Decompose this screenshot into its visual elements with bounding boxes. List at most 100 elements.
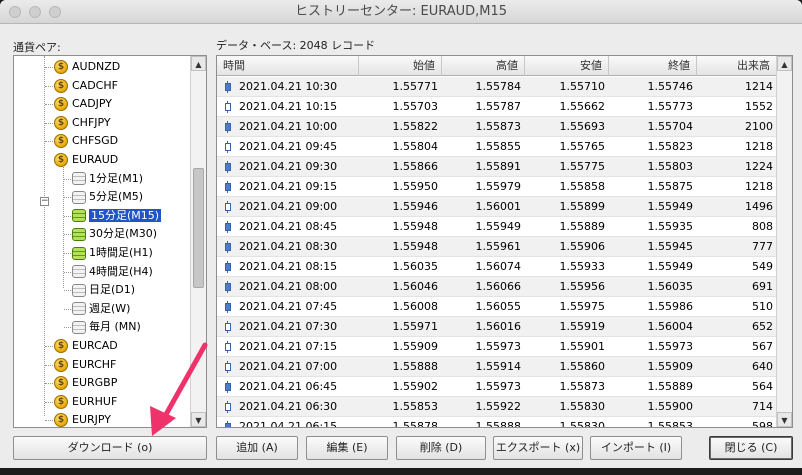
table-row[interactable]: 2021.04.21 09:00 1.55946 1.56001 1.55899 1.5…: [217, 197, 777, 217]
tree-item-label: EURAUD: [72, 153, 119, 166]
currency-coin-icon: $: [54, 60, 68, 74]
table-row[interactable]: 2021.04.21 08:00 1.56046 1.56066 1.55956 1.5…: [217, 277, 777, 297]
table-row[interactable]: 2021.04.21 09:30 1.55866 1.55891 1.55775 1.5…: [217, 157, 777, 177]
table-row[interactable]: 2021.04.21 07:15 1.55909 1.55973 1.55901 1.5…: [217, 337, 777, 357]
table-row[interactable]: 2021.04.21 07:45 1.56008 1.56055 1.55975 1.5…: [217, 297, 777, 317]
table-row[interactable]: 2021.04.21 07:00 1.55888 1.55914 1.55860 1.5…: [217, 357, 777, 377]
table-cell: 2021.04.21 07:00: [239, 360, 338, 373]
tree-item-timeframe[interactable]: 1時間足(H1): [72, 244, 153, 262]
symbol-tree[interactable]: − ▲ ▼ $ AUDNZD $ CADCHF $ CADJPY $ CHFJPY $ CHFSG…: [13, 55, 207, 428]
table-row[interactable]: 2021.04.21 06:45 1.55902 1.55973 1.55873 1.5…: [217, 377, 777, 397]
tree-item-symbol[interactable]: $ CHFSGD: [54, 132, 118, 150]
import-button[interactable]: インポート (I): [590, 436, 682, 460]
tree-item-timeframe[interactable]: 週足(W): [72, 300, 130, 318]
table-cell: 777: [752, 240, 773, 253]
table-row[interactable]: 2021.04.21 10:15 1.55703 1.55787 1.55662 1.5…: [217, 97, 777, 117]
candlestick-icon: [225, 401, 231, 413]
table-cell: 1.55961: [475, 240, 522, 253]
tree-item-symbol[interactable]: $ EURHUF: [54, 393, 117, 411]
table-cell: 1.55973: [475, 380, 522, 393]
table-scrollbar[interactable]: ▲ ▼: [776, 56, 792, 427]
scroll-down-icon[interactable]: ▼: [191, 412, 206, 427]
table-cell: 2021.04.21 08:15: [239, 260, 338, 273]
table-row[interactable]: 2021.04.21 10:00 1.55822 1.55873 1.55693 1.5…: [217, 117, 777, 137]
candlestick-icon: [225, 181, 231, 193]
currency-coin-icon: $: [54, 394, 68, 409]
table-cell: 1.55899: [559, 200, 606, 213]
collapse-toggle-icon[interactable]: −: [40, 197, 49, 206]
column-header[interactable]: 高値: [442, 56, 525, 76]
add-button[interactable]: 追加 (A): [216, 436, 298, 460]
table-row[interactable]: 2021.04.21 08:30 1.55948 1.55961 1.55906 1.5…: [217, 237, 777, 257]
table-cell: 1.55935: [647, 220, 694, 233]
tree-item-timeframe[interactable]: 30分足(M30): [72, 225, 157, 243]
table-row[interactable]: 2021.04.21 10:30 1.55771 1.55784 1.55710 1.5…: [217, 77, 777, 97]
candlestick-icon: [225, 161, 231, 173]
tree-item-symbol[interactable]: $ EURGBP: [54, 374, 117, 392]
column-header[interactable]: 始値: [359, 56, 442, 76]
delete-button[interactable]: 削除 (D): [396, 436, 486, 460]
database-icon: [72, 209, 86, 223]
tree-item-label: 4時間足(H4): [89, 264, 153, 278]
scroll-down-icon[interactable]: ▼: [777, 412, 792, 427]
table-cell: 1.55914: [475, 360, 522, 373]
close-window-icon[interactable]: [9, 6, 21, 18]
tree-item-symbol[interactable]: $ EURCHF: [54, 356, 116, 374]
table-cell: 1.55902: [392, 380, 439, 393]
scroll-up-icon[interactable]: ▲: [777, 56, 792, 71]
table-row[interactable]: 2021.04.21 08:45 1.55948 1.55949 1.55889 1.5…: [217, 217, 777, 237]
column-header[interactable]: 出来高: [697, 56, 777, 76]
table-cell: 564: [752, 380, 773, 393]
tree-item-label: EURCAD: [72, 339, 118, 352]
tree-item-symbol[interactable]: $ EURAUD: [54, 151, 118, 169]
column-header[interactable]: 終値: [609, 56, 697, 76]
database-icon: [72, 227, 86, 241]
tree-item-label: CADJPY: [72, 97, 113, 111]
tree-guide-line: [64, 290, 71, 292]
table-row[interactable]: 2021.04.21 06:30 1.55853 1.55922 1.55830 1.5…: [217, 397, 777, 417]
scroll-up-icon[interactable]: ▲: [191, 56, 206, 71]
table-row[interactable]: 2021.04.21 09:45 1.55804 1.55855 1.55765 1.5…: [217, 137, 777, 157]
table-cell: 1.56035: [647, 280, 694, 293]
tree-item-timeframe[interactable]: 5分足(M5): [72, 188, 143, 206]
tree-item-timeframe[interactable]: 4時間足(H4): [72, 263, 153, 281]
edit-button[interactable]: 編集 (E): [306, 436, 388, 460]
table-row[interactable]: 2021.04.21 09:15 1.55950 1.55979 1.55858 1.5…: [217, 177, 777, 197]
minimize-window-icon[interactable]: [29, 6, 41, 18]
zoom-window-icon[interactable]: [49, 6, 61, 18]
tree-item-symbol[interactable]: $ CADJPY: [54, 95, 112, 113]
table-row[interactable]: 2021.04.21 06:15 1.55878 1.55888 1.55830 1.5…: [217, 417, 777, 427]
column-header[interactable]: 安値: [525, 56, 609, 76]
currency-coin-icon: $: [54, 413, 68, 427]
table-cell: 1.55900: [647, 400, 694, 413]
tree-scrollbar[interactable]: ▲ ▼: [190, 56, 206, 427]
column-header[interactable]: 時間: [217, 56, 359, 76]
tree-item-symbol[interactable]: $ EURCAD: [54, 337, 118, 355]
close-button[interactable]: 閉じる (C): [709, 436, 793, 460]
tree-item-timeframe[interactable]: 15分足(M15): [72, 207, 162, 225]
table-cell: 2021.04.21 07:30: [239, 320, 338, 333]
table-row[interactable]: 2021.04.21 07:30 1.55971 1.56016 1.55919 1.5…: [217, 317, 777, 337]
export-button[interactable]: エクスポート (x): [493, 436, 583, 460]
tree-item-timeframe[interactable]: 毎月 (MN): [72, 318, 141, 336]
tree-item-timeframe[interactable]: 1分足(M1): [72, 170, 143, 188]
tree-item-symbol[interactable]: $ EURJPY: [54, 411, 111, 427]
table-cell: 1218: [745, 180, 773, 193]
table-cell: 1.55933: [559, 260, 606, 273]
table-cell: 1.55889: [559, 220, 606, 233]
tree-item-symbol[interactable]: $ AUDNZD: [54, 58, 120, 76]
candlestick-icon: [225, 341, 231, 353]
table-cell: 1.55973: [475, 340, 522, 353]
tree-guide-line: [64, 327, 71, 329]
history-table[interactable]: 時間 始値 高値 安値 終値 出来高 2021.04.21 10:30 1.55771 1.5…: [216, 55, 793, 428]
download-button[interactable]: ダウンロード (o): [13, 436, 207, 460]
tree-item-symbol[interactable]: $ CADCHF: [54, 77, 118, 95]
candlestick-icon: [225, 101, 231, 113]
table-row[interactable]: 2021.04.21 08:15 1.56035 1.56074 1.55933 1.5…: [217, 257, 777, 277]
scroll-thumb[interactable]: [193, 168, 204, 288]
table-cell: 1.55949: [475, 220, 522, 233]
candlestick-icon: [225, 321, 231, 333]
table-cell: 1.56035: [392, 260, 439, 273]
tree-item-timeframe[interactable]: 日足(D1): [72, 281, 135, 299]
tree-item-symbol[interactable]: $ CHFJPY: [54, 114, 111, 132]
